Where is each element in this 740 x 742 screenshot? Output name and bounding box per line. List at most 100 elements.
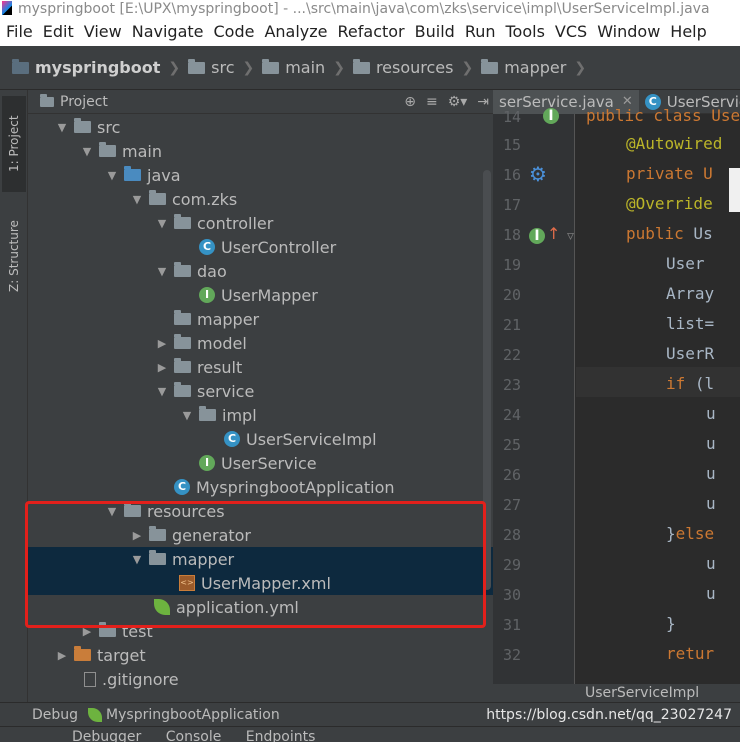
menu-build[interactable]: Build xyxy=(409,18,459,46)
folder-icon xyxy=(99,142,116,157)
debug-config-tab[interactable]: MyspringbootApplication xyxy=(106,707,280,723)
interface-icon: I xyxy=(199,455,215,471)
class-icon: C xyxy=(199,239,215,255)
tree-node-myspringbootapplication[interactable]: C MyspringbootApplication xyxy=(28,475,493,499)
expanded-arrow-icon[interactable]: ▼ xyxy=(104,505,120,518)
line-number: 22 xyxy=(502,346,521,364)
line-number: 28 xyxy=(502,526,521,544)
expanded-arrow-icon[interactable]: ▼ xyxy=(129,553,145,566)
tree-node-impl[interactable]: ▼ impl xyxy=(28,403,493,427)
tree-node-java[interactable]: ▼ java xyxy=(28,163,493,187)
tree-node-model[interactable]: ▶ model xyxy=(28,331,493,355)
tab-endpoints[interactable]: Endpoints xyxy=(246,729,316,742)
bean-injection-icon[interactable]: ⚙ xyxy=(529,162,547,186)
tree-node-generator[interactable]: ▶ generator xyxy=(28,523,493,547)
tool-tab-structure[interactable]: Z: Structure xyxy=(2,208,26,304)
code-line: public class Use xyxy=(586,106,740,125)
tab-debugger[interactable]: Debugger xyxy=(72,729,141,742)
expanded-arrow-icon[interactable]: ▼ xyxy=(54,121,70,134)
collapsed-arrow-icon[interactable]: ▶ xyxy=(154,361,170,374)
menu-refactor[interactable]: Refactor xyxy=(332,18,409,46)
line-number: 26 xyxy=(502,466,521,484)
locate-icon[interactable]: ⊕ xyxy=(404,94,416,110)
menu-vcs[interactable]: VCS xyxy=(549,18,591,46)
implemented-gutter-icon[interactable]: I xyxy=(543,108,559,124)
override-arrow-icon[interactable]: ↑ xyxy=(547,224,560,243)
tree-node-service[interactable]: ▼ service xyxy=(28,379,493,403)
breadcrumb-src[interactable]: src xyxy=(188,58,234,77)
menu-run[interactable]: Run xyxy=(459,18,500,46)
tree-node-test[interactable]: ▶ test xyxy=(28,619,493,643)
debug-label: Debug xyxy=(32,706,79,723)
expanded-arrow-icon[interactable]: ▼ xyxy=(154,265,170,278)
chevron-right-icon: ❯ xyxy=(242,59,255,76)
tree-node-src[interactable]: ▼ src xyxy=(28,115,493,139)
tree-node-userservice[interactable]: I UserService xyxy=(28,451,493,475)
tree-node-mapper-folder[interactable]: ▼ mapper xyxy=(28,547,493,571)
tree-node-main[interactable]: ▼ main xyxy=(28,139,493,163)
menu-window[interactable]: Window xyxy=(591,18,664,46)
spring-boot-class-icon: C xyxy=(174,479,190,495)
menu-edit[interactable]: Edit xyxy=(37,18,78,46)
tree-node-userserviceimpl[interactable]: C UserServiceImpl xyxy=(28,427,493,451)
collapsed-arrow-icon[interactable]: ▶ xyxy=(54,649,70,662)
watermark-text: https://blog.csdn.net/qq_23027247 xyxy=(486,707,732,723)
line-number: 32 xyxy=(502,646,521,664)
expanded-arrow-icon[interactable]: ▼ xyxy=(154,385,170,398)
tree-node-controller[interactable]: ▼ controller xyxy=(28,211,493,235)
collapsed-arrow-icon[interactable]: ▶ xyxy=(129,529,145,542)
collapse-all-icon[interactable]: ≡ xyxy=(426,94,438,110)
menu-code[interactable]: Code xyxy=(208,18,259,46)
tool-tab-project[interactable]: 1: Project xyxy=(2,96,26,192)
tree-node-application-yml[interactable]: application.yml xyxy=(28,595,493,619)
folder-icon xyxy=(481,58,499,74)
expanded-arrow-icon[interactable]: ▼ xyxy=(154,217,170,230)
project-scrollbar[interactable] xyxy=(483,170,491,590)
resources-folder-icon xyxy=(352,58,370,74)
tree-node-dao[interactable]: ▼ dao xyxy=(28,259,493,283)
tree-node-mapper-package[interactable]: mapper xyxy=(28,307,493,331)
code-line: u xyxy=(706,554,716,573)
expanded-arrow-icon[interactable]: ▼ xyxy=(179,409,195,422)
current-line-highlight xyxy=(576,367,740,397)
folder-icon xyxy=(149,526,166,541)
editor-breadcrumb[interactable]: UserServiceImpl xyxy=(493,684,740,702)
tree-node-usermapper[interactable]: I UserMapper xyxy=(28,283,493,307)
tab-console[interactable]: Console xyxy=(166,729,222,742)
line-number: 24 xyxy=(502,406,521,424)
tree-node-gitignore[interactable]: .gitignore xyxy=(28,667,493,691)
expanded-arrow-icon[interactable]: ▼ xyxy=(79,145,95,158)
collapsed-arrow-icon[interactable]: ▶ xyxy=(79,625,95,638)
fold-icon[interactable]: ▿ xyxy=(567,228,574,244)
menu-file[interactable]: File xyxy=(0,18,37,46)
collapsed-arrow-icon[interactable]: ▶ xyxy=(154,337,170,350)
code-line: private U xyxy=(626,164,713,183)
tree-node-result[interactable]: ▶ result xyxy=(28,355,493,379)
expanded-arrow-icon[interactable]: ▼ xyxy=(104,169,120,182)
expanded-arrow-icon[interactable]: ▼ xyxy=(129,193,145,206)
tree-node-target[interactable]: ▶ target xyxy=(28,643,493,667)
code-line: retur xyxy=(666,644,715,663)
line-number: 30 xyxy=(502,586,521,604)
breadcrumb-mapper[interactable]: mapper xyxy=(481,58,566,77)
breadcrumb-project[interactable]: myspringboot xyxy=(12,58,160,77)
line-number: 14 xyxy=(502,108,521,126)
gear-icon[interactable]: ⚙▾ xyxy=(448,94,468,110)
menu-analyze[interactable]: Analyze xyxy=(258,18,331,46)
menu-tools[interactable]: Tools xyxy=(500,18,549,46)
breadcrumb-resources[interactable]: resources xyxy=(352,58,453,77)
breadcrumb-main[interactable]: main xyxy=(262,58,325,77)
tree-node-com-zks[interactable]: ▼ com.zks xyxy=(28,187,493,211)
folder-icon xyxy=(12,58,29,74)
code-area[interactable]: public class Use @Autowired private U @O… xyxy=(576,106,740,684)
hide-panel-icon[interactable]: ⇥ xyxy=(477,94,489,110)
implemented-gutter-icon[interactable]: I xyxy=(529,228,545,244)
tree-node-resources[interactable]: ▼ resources xyxy=(28,499,493,523)
menu-view[interactable]: View xyxy=(78,18,126,46)
tree-node-usercontroller[interactable]: C UserController xyxy=(28,235,493,259)
menu-navigate[interactable]: Navigate xyxy=(126,18,208,46)
menu-help[interactable]: Help xyxy=(664,18,710,46)
menu-bar: File Edit View Navigate Code Analyze Refactor B… xyxy=(0,18,740,46)
tree-node-usermapper-xml[interactable]: <> UserMapper.xml xyxy=(28,571,493,595)
chevron-right-icon: ❯ xyxy=(461,59,474,76)
